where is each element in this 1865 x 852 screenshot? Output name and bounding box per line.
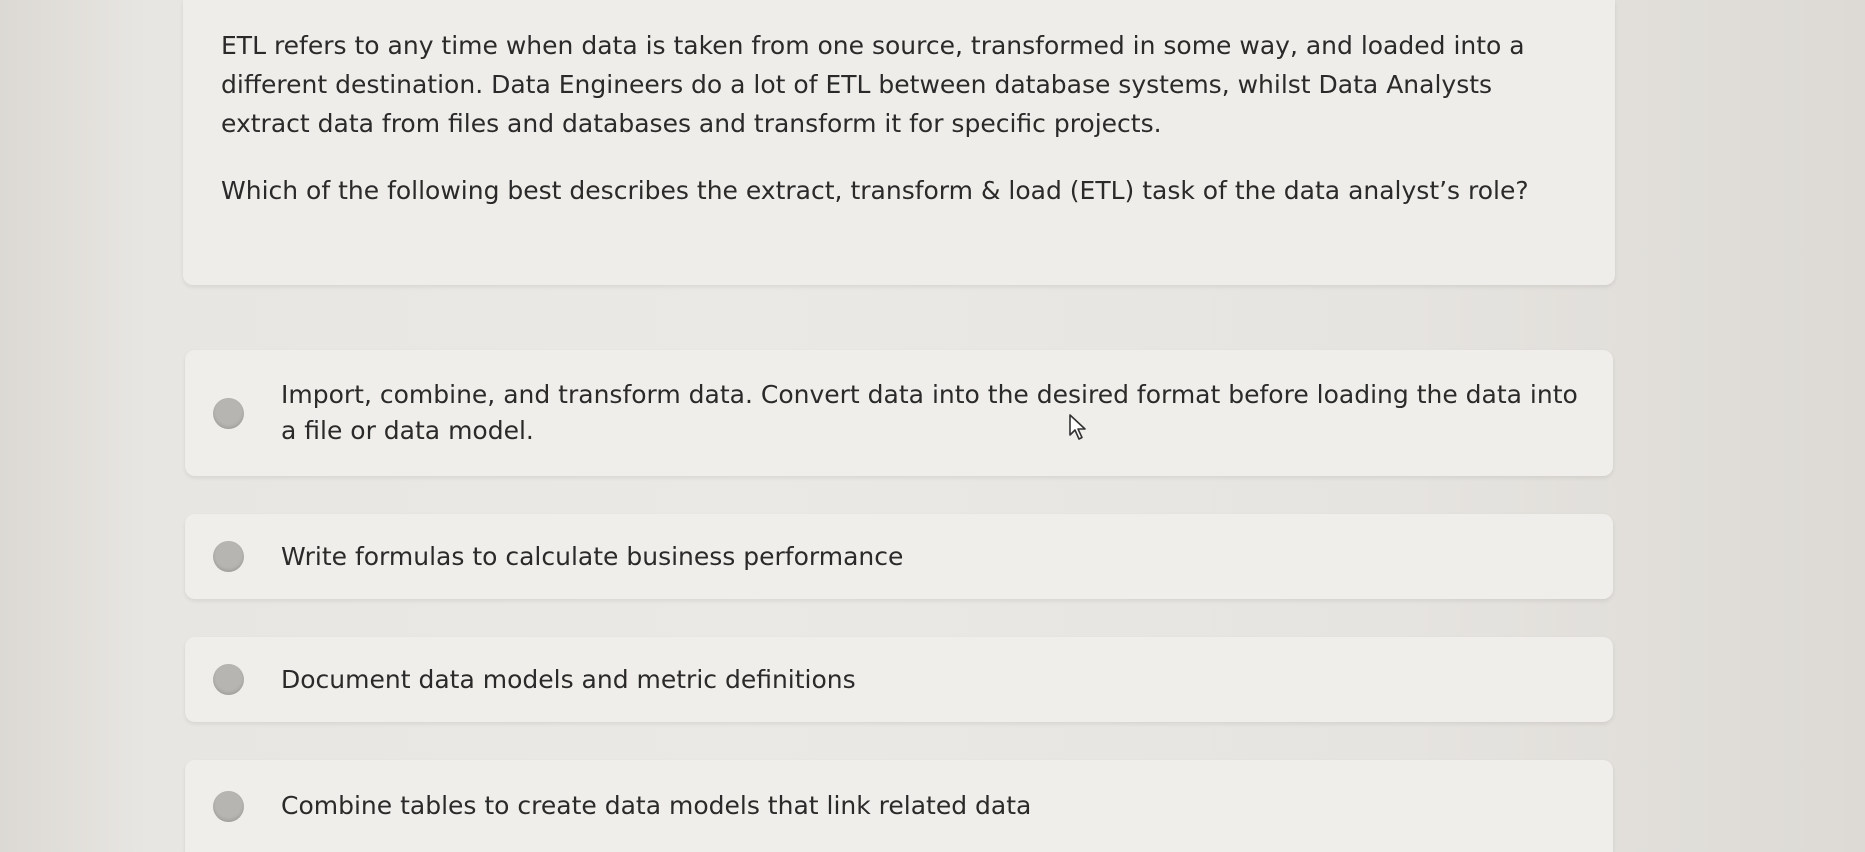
answer-option-label: Document data models and metric definiti… [281,664,856,694]
answer-option-4[interactable]: Combine tables to create data models tha… [185,760,1613,852]
answer-option-1[interactable]: Import, combine, and transform data. Con… [185,350,1613,476]
question-card: ETL refers to any time when data is take… [183,0,1615,285]
answer-option-2[interactable]: Write formulas to calculate business per… [185,514,1613,599]
answer-option-label: Import, combine, and transform data. Con… [281,380,1578,445]
answer-option-label: Combine tables to create data models tha… [281,791,1032,820]
radio-button-icon[interactable] [213,541,244,572]
mouse-pointer-icon [1069,414,1086,440]
answer-option-3[interactable]: Document data models and metric definiti… [185,637,1613,722]
radio-button-icon[interactable] [213,397,244,429]
radio-button-icon[interactable] [213,664,244,695]
question-prompt-text: Which of the following best describes th… [221,176,1529,205]
radio-button-icon[interactable] [213,790,244,822]
answer-option-label: Write formulas to calculate business per… [281,541,904,571]
question-intro-text: ETL refers to any time when data is take… [221,31,1525,138]
